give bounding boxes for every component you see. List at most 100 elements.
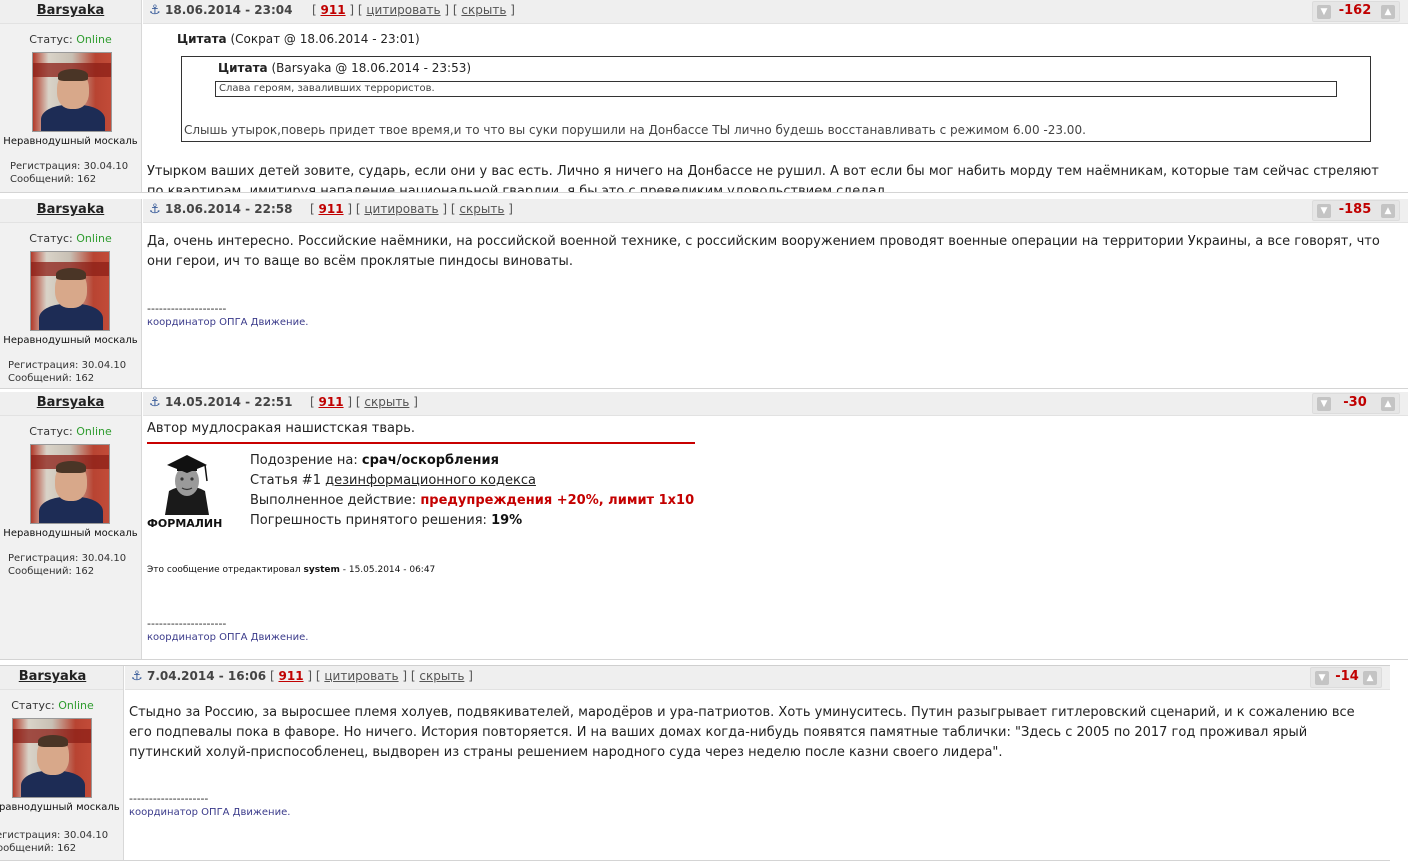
username-link[interactable]: Barsyaka xyxy=(0,392,141,416)
thumbs-down-icon[interactable]: ▼ xyxy=(1317,204,1331,218)
thumbs-up-icon[interactable]: ▲ xyxy=(1381,397,1395,411)
user-panel: Barsyaka Статус: Online Неравнодушный мо… xyxy=(0,0,142,192)
user-rank: Неравнодушный москаль xyxy=(3,335,138,346)
user-meta: Регистрация: 30.04.10 Сообщений: 162 xyxy=(8,360,127,384)
rating-value: -162 xyxy=(1338,3,1372,18)
thumbs-up-icon[interactable]: ▲ xyxy=(1363,671,1377,685)
post-number-link[interactable]: 911 xyxy=(321,3,346,17)
editor-name: system xyxy=(303,565,340,575)
quote-link[interactable]: цитировать xyxy=(364,202,438,216)
hide-link[interactable]: скрыть xyxy=(364,395,409,409)
edit-note: Это сообщение отредактировал system - 15… xyxy=(147,565,436,575)
hide-link[interactable]: скрыть xyxy=(459,202,504,216)
post-body: Да, очень интересно. Российские наёмники… xyxy=(143,224,1408,388)
rating-value: -185 xyxy=(1338,202,1372,217)
avatar xyxy=(30,251,110,331)
user-panel: Barsyaka Статус: Online Неравнодушный мо… xyxy=(0,199,142,388)
reg-date: 30.04.10 xyxy=(83,161,129,172)
quote-meta: (Сократ @ 18.06.2014 - 23:01) xyxy=(230,32,420,46)
post-header: ⚓ 18.06.2014 - 23:04 [ 911 ] [ цитироват… xyxy=(143,0,1408,24)
hide-link[interactable]: скрыть xyxy=(419,669,464,683)
user-meta: Регистрация: 30.04.10 Сообщений: 162 xyxy=(0,830,109,854)
signature-text: координатор ОПГА Движение. xyxy=(147,632,309,643)
user-rank: Неравнодушный москаль xyxy=(3,528,138,539)
signature-text: координатор ОПГА Движение. xyxy=(129,807,291,818)
signature-divider: -------------------- xyxy=(147,302,227,315)
online-status: Online xyxy=(76,425,112,438)
reg-date: 30.04.10 xyxy=(81,553,127,564)
post-text: Утырком ваших детей зовите, сударь, если… xyxy=(147,164,1379,192)
rating-box: ▼ -14 ▲ xyxy=(1310,667,1382,688)
forum-post: Barsyaka Статус: Online Неравнодушный мо… xyxy=(0,392,1408,660)
anchor-icon[interactable]: ⚓ xyxy=(149,3,161,18)
post-actions: [ 911 ] [ скрыть ] xyxy=(310,395,418,409)
username-link[interactable]: Barsyaka xyxy=(0,199,141,223)
hide-link[interactable]: скрыть xyxy=(461,3,506,17)
rating-box: ▼ -185 ▲ xyxy=(1312,200,1400,221)
suspicion-value: срач/оскорбления xyxy=(361,453,499,468)
rating-box: ▼ -162 ▲ xyxy=(1312,1,1400,22)
user-rank: Неравнодушный москаль xyxy=(0,802,120,813)
forum-post: Barsyaka Статус: Online Неравнодушный мо… xyxy=(0,665,1390,861)
post-number-link[interactable]: 911 xyxy=(319,202,344,216)
quote-link[interactable]: цитировать xyxy=(324,669,398,683)
post-date: 18.06.2014 - 23:04 xyxy=(165,3,293,17)
user-panel: Barsyaka Статус: Online Неравнодушный мо… xyxy=(0,392,142,659)
article-link[interactable]: дезинформационного кодекса xyxy=(325,473,536,488)
online-status: Online xyxy=(58,699,94,712)
signature-divider: -------------------- xyxy=(147,617,227,630)
post-body: Стыдно за Россию, за выросшее племя холу… xyxy=(125,691,1390,860)
signature: -------------------- координатор ОПГА Дв… xyxy=(129,792,290,820)
nested-quote-text: Слава героям, заваливших террористов. xyxy=(215,81,1337,97)
message-count: 162 xyxy=(77,174,97,185)
reg-date: 30.04.10 xyxy=(81,360,127,371)
post-date: 14.05.2014 - 22:51 xyxy=(165,395,293,409)
anchor-icon[interactable]: ⚓ xyxy=(149,395,161,410)
user-meta: Регистрация: 30.04.10 Сообщений: 162 xyxy=(10,161,129,185)
message-count: 162 xyxy=(75,373,95,384)
thumbs-down-icon[interactable]: ▼ xyxy=(1317,397,1331,411)
quote-box: Цитата (Barsyaka @ 18.06.2014 - 23:53) С… xyxy=(181,56,1371,142)
user-status: Статус: Online xyxy=(29,425,112,438)
quote-block: Цитата (Сократ @ 18.06.2014 - 23:01) Цит… xyxy=(177,32,1371,142)
user-rank: Неравнодушный москаль xyxy=(3,136,138,147)
forum-post: Barsyaka Статус: Online Неравнодушный мо… xyxy=(0,0,1408,193)
rating-box: ▼ -30 ▲ xyxy=(1312,393,1400,414)
moderation-divider xyxy=(147,442,695,444)
post-header: ⚓ 7.04.2014 - 16:06 [ 911 ] [ цитировать… xyxy=(125,666,1390,690)
post-header: ⚓ 14.05.2014 - 22:51 [ 911 ] [ скрыть ] … xyxy=(143,392,1408,416)
username-link[interactable]: Barsyaka xyxy=(0,0,141,24)
forum-post: Barsyaka Статус: Online Неравнодушный мо… xyxy=(0,199,1408,389)
thumbs-down-icon[interactable]: ▼ xyxy=(1317,5,1331,19)
signature-text: координатор ОПГА Движение. xyxy=(147,317,309,328)
post-text: Да, очень интересно. Российские наёмники… xyxy=(147,234,1380,269)
post-body: Автор мудлосракая нашистская тварь. ФОРМ… xyxy=(143,417,1408,659)
user-panel: Barsyaka Статус: Online Неравнодушный мо… xyxy=(0,666,124,860)
rating-value: -30 xyxy=(1343,395,1367,410)
post-date: 18.06.2014 - 22:58 xyxy=(165,202,293,216)
quote-link[interactable]: цитировать xyxy=(366,3,440,17)
post-text: Стыдно за Россию, за выросшее племя холу… xyxy=(129,705,1355,760)
anchor-icon[interactable]: ⚓ xyxy=(149,202,161,217)
action-value: предупреждения +20%, лимит 1х10 xyxy=(420,493,695,508)
post-number-link[interactable]: 911 xyxy=(319,395,344,409)
signature: -------------------- координатор ОПГА Дв… xyxy=(147,302,308,330)
post-number-link[interactable]: 911 xyxy=(279,669,304,683)
post-actions: [ 911 ] [ цитировать ] [ скрыть ] xyxy=(270,669,473,683)
thumbs-up-icon[interactable]: ▲ xyxy=(1381,204,1395,218)
judge-icon xyxy=(155,451,219,515)
nested-quote-meta: (Barsyaka @ 18.06.2014 - 23:53) xyxy=(271,61,472,75)
error-value: 19% xyxy=(491,513,523,528)
signature: -------------------- координатор ОПГА Дв… xyxy=(147,617,308,645)
message-count: 162 xyxy=(75,566,95,577)
user-status: Статус: Online xyxy=(29,33,112,46)
user-status: Статус: Online xyxy=(11,699,94,712)
user-meta: Регистрация: 30.04.10 Сообщений: 162 xyxy=(8,553,127,577)
post-header: ⚓ 18.06.2014 - 22:58 [ 911 ] [ цитироват… xyxy=(143,199,1408,223)
username-link[interactable]: Barsyaka xyxy=(0,666,123,690)
post-date: 7.04.2014 - 16:06 xyxy=(147,669,267,683)
thumbs-up-icon[interactable]: ▲ xyxy=(1381,5,1395,19)
anchor-icon[interactable]: ⚓ xyxy=(131,669,143,684)
thumbs-down-icon[interactable]: ▼ xyxy=(1315,671,1329,685)
rating-value: -14 xyxy=(1335,669,1359,684)
